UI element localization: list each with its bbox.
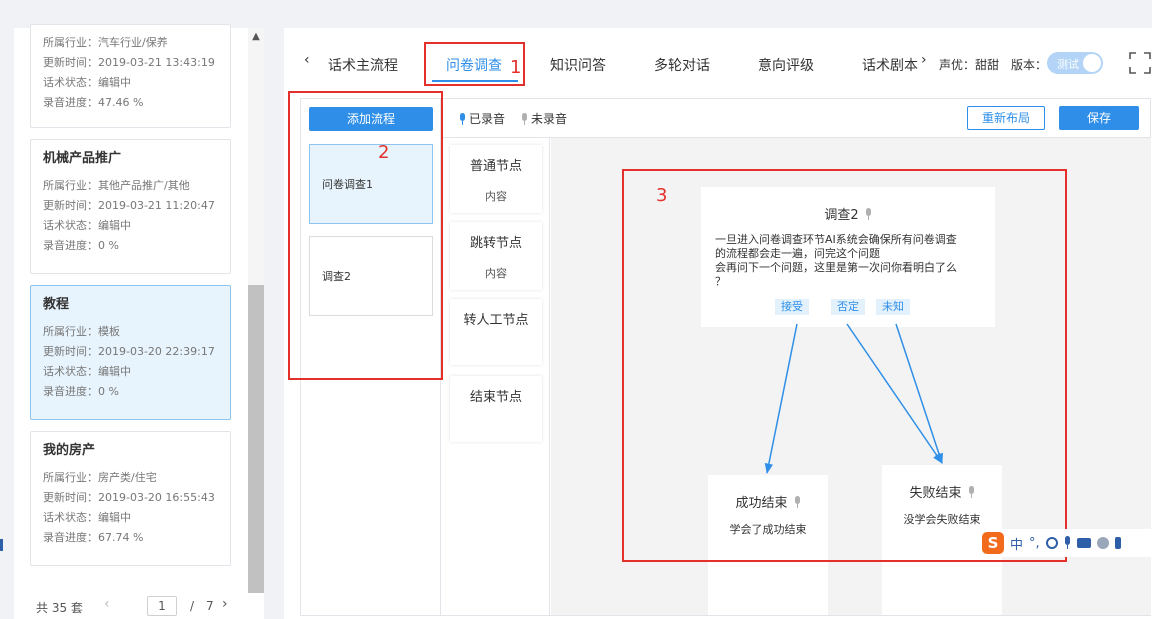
script-card[interactable]: 我的房产 所属行业：房产类/住宅 更新时间：2019-03-20 16:55:4…: [30, 431, 231, 566]
card-progress: 录音进度：0 %: [43, 385, 119, 398]
card-title: 教程: [43, 297, 70, 312]
pagination: 共 35 套 ‹ 1 / 7 ›: [14, 593, 264, 619]
palette-node-sub: 内容: [485, 190, 507, 203]
edge-marker: [0, 539, 3, 551]
tab-back-icon[interactable]: ‹: [304, 52, 310, 68]
card-title: 我的房产: [43, 443, 96, 458]
palette-normal-node[interactable]: 普通节点 内容: [450, 145, 542, 213]
ime-toolbar: S 中 °,: [980, 529, 1152, 557]
app-root: 所属行业：汽车行业/保养 更新时间：2019-03-21 13:43:19 话术…: [0, 0, 1152, 619]
tab-forward-icon[interactable]: ›: [921, 52, 927, 68]
ime-voice-icon[interactable]: [1064, 536, 1071, 550]
palette-node-sub: 内容: [485, 267, 507, 280]
card-progress: 录音进度：67.74 %: [43, 531, 144, 544]
palette-node-title: 结束节点: [469, 390, 522, 405]
annotation-box-3: [622, 169, 1067, 562]
tab-intent-rating[interactable]: 意向评级: [758, 55, 814, 75]
legend-unrecorded: 未录音: [521, 110, 567, 127]
ime-user-icon[interactable]: [1096, 537, 1109, 549]
palette-node-title: 转人工节点: [463, 313, 529, 328]
ime-emoji-icon[interactable]: [1045, 537, 1058, 549]
card-status: 话术状态：编辑中: [43, 511, 131, 524]
pagination-current-input[interactable]: 1: [147, 596, 177, 616]
version-toggle[interactable]: 测试: [1047, 52, 1103, 74]
palette-node-title: 普通节点: [469, 159, 522, 174]
tab-knowledge-qa[interactable]: 知识问答: [550, 55, 606, 75]
script-list-panel: 所属行业：汽车行业/保养 更新时间：2019-03-21 13:43:19 话术…: [14, 24, 248, 619]
card-progress: 录音进度：47.46 %: [43, 96, 144, 109]
legend-recorded-label: 已录音: [469, 112, 506, 126]
card-industry: 所属行业：汽车行业/保养: [43, 36, 168, 49]
script-card[interactable]: 机械产品推广 所属行业：其他产品推广/其他 更新时间：2019-03-21 11…: [30, 139, 231, 274]
card-industry: 所属行业：模板: [43, 325, 120, 338]
mic-unrecorded-icon: [521, 112, 528, 125]
tab-script-play[interactable]: 话术剧本: [862, 55, 918, 75]
legend-recorded: 已录音: [459, 110, 505, 127]
annotation-number-1: 1: [510, 57, 522, 78]
script-card-selected[interactable]: 教程 所属行业：模板 更新时间：2019-03-20 22:39:17 话术状态…: [30, 285, 231, 420]
annotation-number-2: 2: [378, 142, 390, 163]
pagination-total: 共 35 套: [36, 601, 83, 615]
card-updated: 更新时间：2019-03-20 22:39:17: [43, 345, 215, 358]
scroll-up-icon[interactable]: ▲: [249, 30, 263, 44]
ime-more-icon[interactable]: [1114, 537, 1121, 549]
palette-end-node[interactable]: 结束节点: [450, 376, 542, 442]
ime-logo-icon[interactable]: S: [982, 532, 1004, 554]
voice-actor-label: 声优：甜甜: [939, 58, 1000, 72]
card-status: 话术状态：编辑中: [43, 76, 131, 89]
card-status: 话术状态：编辑中: [43, 365, 131, 378]
tab-bar: ‹ 话术主流程 问卷调查 知识问答 多轮对话 意向评级 话术剧本 › 声优：甜甜…: [284, 28, 1152, 88]
version-label: 版本：: [1011, 58, 1048, 72]
tab-main-flow[interactable]: 话术主流程: [328, 55, 398, 75]
palette-human-node[interactable]: 转人工节点: [450, 299, 542, 365]
scrollbar-thumb[interactable]: [248, 285, 264, 593]
card-updated: 更新时间：2019-03-20 16:55:43: [43, 491, 215, 504]
relayout-button[interactable]: 重新布局: [967, 106, 1045, 130]
palette-jump-node[interactable]: 跳转节点 内容: [450, 222, 542, 290]
card-updated: 更新时间：2019-03-21 11:20:47: [43, 199, 215, 212]
card-progress: 录音进度：0 %: [43, 239, 119, 252]
annotation-box-2: [288, 91, 443, 380]
version-toggle-label: 测试: [1057, 58, 1079, 71]
card-updated: 更新时间：2019-03-21 13:43:19: [43, 56, 215, 69]
ime-punct-toggle[interactable]: °,: [1029, 536, 1040, 551]
ime-lang-toggle[interactable]: 中: [1010, 534, 1023, 553]
mic-recorded-icon: [459, 112, 466, 125]
pagination-prev-icon[interactable]: ‹: [104, 596, 110, 612]
fullscreen-icon[interactable]: [1129, 52, 1151, 74]
annotation-number-3: 3: [656, 185, 668, 206]
toggle-knob: [1083, 54, 1101, 72]
ime-keyboard-icon[interactable]: [1076, 538, 1091, 548]
card-industry: 所属行业：其他产品推广/其他: [43, 179, 190, 192]
save-button[interactable]: 保存: [1059, 106, 1139, 130]
node-palette: 普通节点 内容 跳转节点 内容 转人工节点 结束节点: [442, 138, 550, 615]
card-industry: 所属行业：房产类/住宅: [43, 471, 157, 484]
card-title: 机械产品推广: [43, 151, 122, 166]
legend-unrecorded-label: 未录音: [531, 112, 568, 126]
tab-multi-turn[interactable]: 多轮对话: [654, 55, 710, 75]
pagination-pages: 7: [206, 599, 214, 613]
pagination-next-icon[interactable]: ›: [222, 596, 228, 612]
palette-node-title: 跳转节点: [469, 236, 522, 251]
card-status: 话术状态：编辑中: [43, 219, 131, 232]
pagination-separator: /: [190, 599, 195, 613]
script-card[interactable]: 所属行业：汽车行业/保养 更新时间：2019-03-21 13:43:19 话术…: [30, 24, 231, 128]
